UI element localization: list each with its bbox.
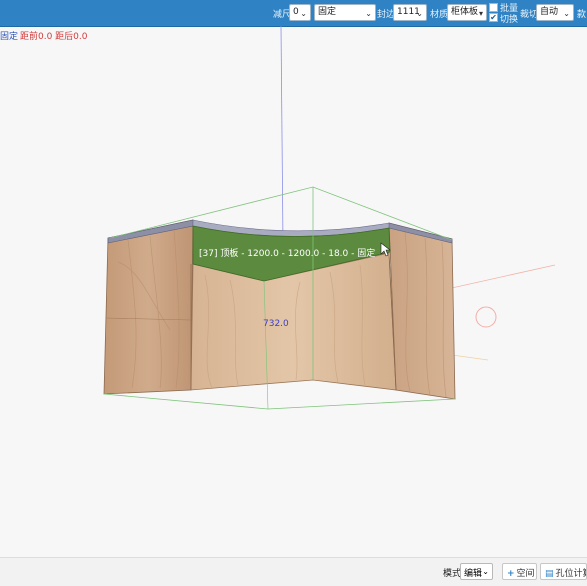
gizmo-circle[interactable] <box>475 306 497 328</box>
dimension-label: 732.0 <box>263 319 289 329</box>
mode-select[interactable]: 固定 ⌄ <box>314 4 376 21</box>
guide-line <box>451 354 489 361</box>
mode-value: 固定 <box>318 7 337 17</box>
material-label: 材质 <box>430 10 449 20</box>
space-button-label: 空间 <box>516 569 535 579</box>
chevron-down-icon: ⌄ <box>416 9 423 18</box>
chevron-down-icon: ⌄ <box>482 567 489 576</box>
reduce-select[interactable]: 0 ⌄ <box>289 4 311 21</box>
top-toolbar: 减尺 0 ⌄ 固定 ⌄ 封边 1111 ⌄ 材质 柜体板 ▾ 批量 ✔ 切换 裁… <box>0 0 587 27</box>
mode-edit-value: 编辑 <box>464 569 483 579</box>
hole-calc-button[interactable]: ▤孔位计算 <box>540 563 587 580</box>
check-icon: ✔ <box>490 13 497 22</box>
switch-label: 切换 <box>500 15 519 25</box>
chevron-down-icon: ⌄ <box>365 9 372 18</box>
tail-label: 款 <box>577 10 587 20</box>
batch-checkbox[interactable] <box>489 3 498 12</box>
bottom-toolbar: 模式 编辑 ⌄ +空间 ▤孔位计算 <box>0 557 587 586</box>
scene-canvas[interactable]: [37] 顶板 - 1200.0 - 1200.0 - 18.0 - 固定 73… <box>0 25 587 557</box>
switch-checkbox[interactable]: ✔ <box>489 13 498 22</box>
3d-viewport[interactable]: [37] 顶板 - 1200.0 - 1200.0 - 18.0 - 固定 73… <box>0 25 587 557</box>
space-button[interactable]: + 空间 <box>502 563 537 580</box>
wireframe-bottom <box>103 393 456 410</box>
calculator-icon: ▤ <box>545 569 554 579</box>
hole-calc-label: 孔位计算 <box>555 569 586 579</box>
left-panel[interactable] <box>103 219 194 395</box>
chevron-down-icon: ⌄ <box>300 9 307 18</box>
edge-select[interactable]: 1111 ⌄ <box>393 4 427 21</box>
reduce-value: 0 <box>293 7 299 17</box>
right-panel[interactable] <box>388 222 456 400</box>
panel-info-label: [37] 顶板 - 1200.0 - 1200.0 - 18.0 - 固定 <box>199 247 375 259</box>
chevron-down-icon: ⌄ <box>563 9 570 18</box>
material-value: 柜体板 <box>451 7 479 17</box>
caret-down-icon: ▾ <box>478 9 483 18</box>
plus-icon: + <box>507 569 515 579</box>
mode-label: 模式 <box>443 569 462 579</box>
material-select[interactable]: 柜体板 ▾ <box>447 4 487 21</box>
cut-value: 自动 <box>540 7 559 17</box>
mode-edit-select[interactable]: 编辑 ⌄ <box>460 563 493 580</box>
vertical-axis-line <box>280 25 284 246</box>
cut-select[interactable]: 自动 ⌄ <box>536 4 574 21</box>
